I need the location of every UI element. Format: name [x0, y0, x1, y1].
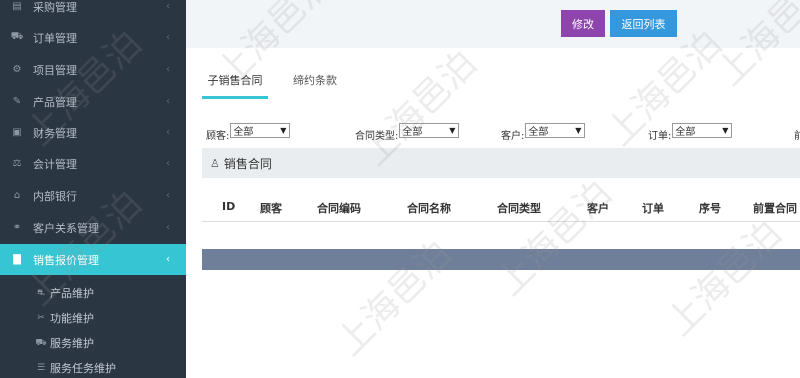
balance-scale-icon: ⚖	[12, 158, 22, 169]
sidebar-item-label: 客户关系管理	[33, 221, 99, 235]
table-header: ID 顾客 合同编码 合同名称 合同类型 客户 订单 序号 前置合同	[202, 192, 800, 222]
tab-contract-terms[interactable]: 缔约条款	[293, 72, 337, 99]
sidebar-item-accounting[interactable]: ⚖ 会计管理 ‹	[0, 148, 186, 179]
sidebar-item-label: 采购管理	[33, 0, 77, 14]
cogs-icon: ⚙	[12, 64, 22, 75]
sidebar-subitem-service-task-maintenance[interactable]: ☰ 服务任务维护	[0, 357, 186, 378]
col-customer[interactable]: 顾客	[260, 200, 282, 216]
handshake-icon: ⚭	[12, 222, 22, 233]
sidebar-item-orders[interactable]: ⛟ 订单管理 ‹	[0, 22, 186, 53]
sidebar-item-projects[interactable]: ⚙ 项目管理 ‹	[0, 54, 186, 85]
user-icon: ♙	[210, 156, 220, 170]
sidebar-item-label: 财务管理	[33, 126, 77, 140]
cart-icon: ▤	[12, 1, 22, 12]
order-select-value: 全部	[675, 127, 696, 138]
sidebar-item-label: 销售报价管理	[33, 253, 99, 267]
car-alt-icon: ⛟	[35, 337, 47, 348]
panel-header: ♙ 销售合同	[202, 148, 800, 178]
sidebar-item-label: 产品管理	[33, 95, 77, 109]
sidebar-item-sales-quote[interactable]: ▇ 销售报价管理 ‹	[0, 244, 186, 275]
sidebar-subitem-service-maintenance[interactable]: ⛟ 服务维护	[0, 332, 186, 354]
chevron-left-icon: ‹	[166, 96, 170, 107]
sidebar-item-label: 项目管理	[33, 63, 77, 77]
filter-client-label: 客户:	[501, 131, 525, 142]
filter-contract-type-label: 合同类型:	[355, 131, 399, 142]
dropdown-arrow-icon: ▼	[280, 126, 287, 135]
customer-select-value: 全部	[233, 127, 254, 138]
sidebar-item-label: 订单管理	[33, 31, 77, 45]
filter-order-label: 订单:	[648, 131, 672, 142]
filter-order: 订单: 全部 ▼	[648, 123, 733, 142]
filter-cut-label: 前	[794, 131, 800, 142]
sidebar-subitem-label: 服务任务维护	[50, 362, 116, 375]
panel-title: 销售合同	[223, 156, 272, 171]
chevron-left-icon: ‹	[166, 222, 170, 233]
wrench-icon: ✂	[37, 313, 45, 323]
chevron-left-icon: ‹	[166, 158, 170, 169]
sidebar-item-internal-bank[interactable]: ⌂ 内部银行 ‹	[0, 180, 186, 211]
toolbar: 修改 返回列表	[186, 0, 800, 48]
sidebar-item-products[interactable]: ✎ 产品管理 ‹	[0, 86, 186, 117]
col-order[interactable]: 订单	[642, 200, 664, 216]
dropdown-arrow-icon: ▼	[575, 126, 582, 135]
list-icon: ☰	[36, 363, 46, 373]
order-select[interactable]: 全部 ▼	[672, 123, 733, 138]
sidebar-item-crm[interactable]: ⚭ 客户关系管理 ‹	[0, 212, 186, 243]
client-select-value: 全部	[528, 127, 549, 138]
col-client[interactable]: 客户	[587, 200, 609, 216]
chevron-left-icon: ‹	[166, 32, 170, 43]
chevron-down-icon: ‹	[166, 254, 170, 265]
sidebar-item-label: 会计管理	[33, 157, 77, 171]
chevron-left-icon: ‹	[166, 127, 170, 138]
filter-contract-type: 合同类型: 全部 ▼	[355, 123, 460, 142]
main-content: 修改 返回列表 子销售合同 缔约条款 顾客: 全部 ▼ 合同类型: 全部 ▼ 客…	[186, 0, 800, 378]
sidebar-subitem-label: 服务维护	[50, 337, 94, 350]
col-id[interactable]: ID	[222, 200, 235, 213]
dropdown-arrow-icon: ▼	[449, 126, 456, 135]
sidebar-item-purchase[interactable]: ▤ 采购管理 ‹	[0, 0, 186, 22]
col-contract-type[interactable]: 合同类型	[497, 200, 541, 216]
bank-icon: ⌂	[13, 190, 21, 201]
filter-customer-label: 顾客:	[206, 131, 230, 142]
sidebar-subitem-product-maintenance[interactable]: ⛐ 产品维护	[0, 282, 186, 304]
filter-cut-off: 前	[794, 126, 800, 142]
chevron-left-icon: ‹	[166, 1, 170, 12]
col-seq[interactable]: 序号	[699, 200, 721, 216]
col-contract-name[interactable]: 合同名称	[407, 200, 451, 216]
client-select[interactable]: 全部 ▼	[525, 123, 586, 138]
col-pre-contract[interactable]: 前置合同	[753, 200, 797, 216]
contract-type-select-value: 全部	[402, 127, 423, 138]
tab-bar: 子销售合同 缔约条款	[202, 72, 800, 100]
money-icon: ▣	[12, 127, 22, 138]
filter-client: 客户: 全部 ▼	[501, 123, 586, 142]
sidebar-item-finance[interactable]: ▣ 财务管理 ‹	[0, 117, 186, 148]
chevron-left-icon: ‹	[166, 64, 170, 75]
car-icon: ⛐	[37, 287, 45, 298]
col-contract-code[interactable]: 合同编码	[317, 200, 361, 216]
shopping-cart-icon: ⛟	[10, 31, 24, 42]
chevron-left-icon: ‹	[166, 190, 170, 201]
filter-customer: 顾客: 全部 ▼	[206, 123, 291, 142]
sidebar-subitem-function-maintenance[interactable]: ✂ 功能维护	[0, 307, 186, 329]
tab-sub-sales-contract[interactable]: 子销售合同	[202, 72, 268, 99]
customer-select[interactable]: 全部 ▼	[230, 123, 291, 138]
sidebar: ▤ 采购管理 ‹ ⛟ 订单管理 ‹ ⚙ 项目管理 ‹ ✎ 产品管理 ‹ ▣ 财务…	[0, 0, 186, 378]
dropdown-arrow-icon: ▼	[722, 126, 729, 135]
edit-button[interactable]: 修改	[561, 10, 605, 37]
edit-icon: ✎	[12, 96, 22, 107]
sidebar-item-label: 内部银行	[33, 189, 77, 203]
back-to-list-button[interactable]: 返回列表	[610, 10, 677, 37]
contract-type-select[interactable]: 全部 ▼	[399, 123, 460, 138]
bar-chart-icon: ▇	[13, 254, 21, 265]
sidebar-subitem-label: 功能维护	[50, 312, 94, 325]
sidebar-subitem-label: 产品维护	[50, 287, 94, 300]
table-footer-bar	[202, 249, 800, 270]
